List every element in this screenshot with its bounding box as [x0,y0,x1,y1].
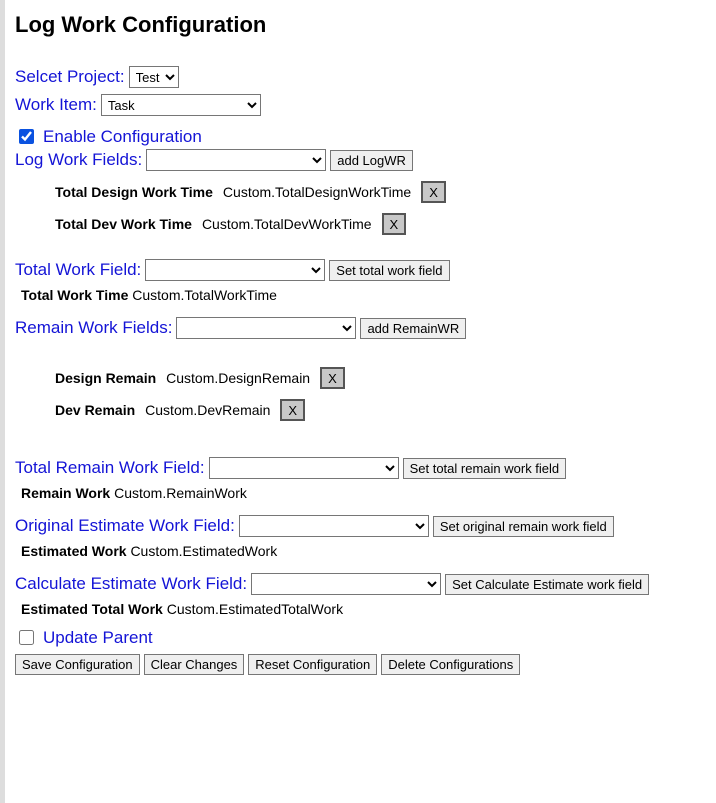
totalremain-sub-name: Remain Work [21,485,110,501]
remove-remainwork-button[interactable]: X [320,367,345,389]
logwork-item: Total Dev Work Time Custom.TotalDevWorkT… [55,213,706,235]
remove-remainwork-button[interactable]: X [280,399,305,421]
origestimate-select[interactable] [239,515,429,537]
calcestimate-select[interactable] [251,573,441,595]
logwork-item-value: Custom.TotalDesignWorkTime [223,184,411,200]
remove-logwork-button[interactable]: X [382,213,407,235]
totalwork-sub-name: Total Work Time [21,287,128,303]
origestimate-sub-name: Estimated Work [21,543,127,559]
clear-button[interactable]: Clear Changes [144,654,245,675]
set-totalremain-button[interactable]: Set total remain work field [403,458,567,479]
updateparent-label: Update Parent [43,628,153,648]
add-logwr-button[interactable]: add LogWR [330,150,413,171]
workitem-label: Work Item: [15,95,97,115]
logwork-label: Log Work Fields: [15,150,142,170]
remainwork-item: Design Remain Custom.DesignRemain X [55,367,706,389]
totalremain-label: Total Remain Work Field: [15,458,205,478]
calcestimate-label: Calculate Estimate Work Field: [15,574,247,594]
remove-logwork-button[interactable]: X [421,181,446,203]
logwork-item: Total Design Work Time Custom.TotalDesig… [55,181,706,203]
logwork-item-value: Custom.TotalDevWorkTime [202,216,372,232]
set-totalwork-button[interactable]: Set total work field [329,260,449,281]
totalwork-label: Total Work Field: [15,260,141,280]
set-calcestimate-button[interactable]: Set Calculate Estimate work field [445,574,649,595]
remainwork-item-name: Dev Remain [55,402,135,418]
remainwork-item-value: Custom.DesignRemain [166,370,310,386]
remainwork-item-name: Design Remain [55,370,156,386]
workitem-select[interactable]: Task [101,94,261,116]
enable-checkbox[interactable] [19,129,34,144]
enable-label: Enable Configuration [43,127,202,147]
logwork-item-name: Total Dev Work Time [55,216,192,232]
totalwork-select[interactable] [145,259,325,281]
origestimate-label: Original Estimate Work Field: [15,516,235,536]
totalremain-sub-value: Custom.RemainWork [114,485,247,501]
project-label: Selcet Project: [15,67,125,87]
save-button[interactable]: Save Configuration [15,654,140,675]
totalwork-sub-value: Custom.TotalWorkTime [132,287,277,303]
page-title: Log Work Configuration [15,12,706,38]
updateparent-checkbox[interactable] [19,630,34,645]
remainwork-select[interactable] [176,317,356,339]
remainwork-label: Remain Work Fields: [15,318,172,338]
remainwork-item: Dev Remain Custom.DevRemain X [55,399,706,421]
logwork-item-name: Total Design Work Time [55,184,213,200]
add-remainwr-button[interactable]: add RemainWR [360,318,466,339]
remainwork-item-value: Custom.DevRemain [145,402,270,418]
totalremain-select[interactable] [209,457,399,479]
project-select[interactable]: Test [129,66,179,88]
origestimate-sub-value: Custom.EstimatedWork [130,543,277,559]
calcestimate-sub-name: Estimated Total Work [21,601,163,617]
calcestimate-sub-value: Custom.EstimatedTotalWork [167,601,343,617]
logwork-select[interactable] [146,149,326,171]
delete-button[interactable]: Delete Configurations [381,654,520,675]
set-origestimate-button[interactable]: Set original remain work field [433,516,614,537]
reset-button[interactable]: Reset Configuration [248,654,377,675]
